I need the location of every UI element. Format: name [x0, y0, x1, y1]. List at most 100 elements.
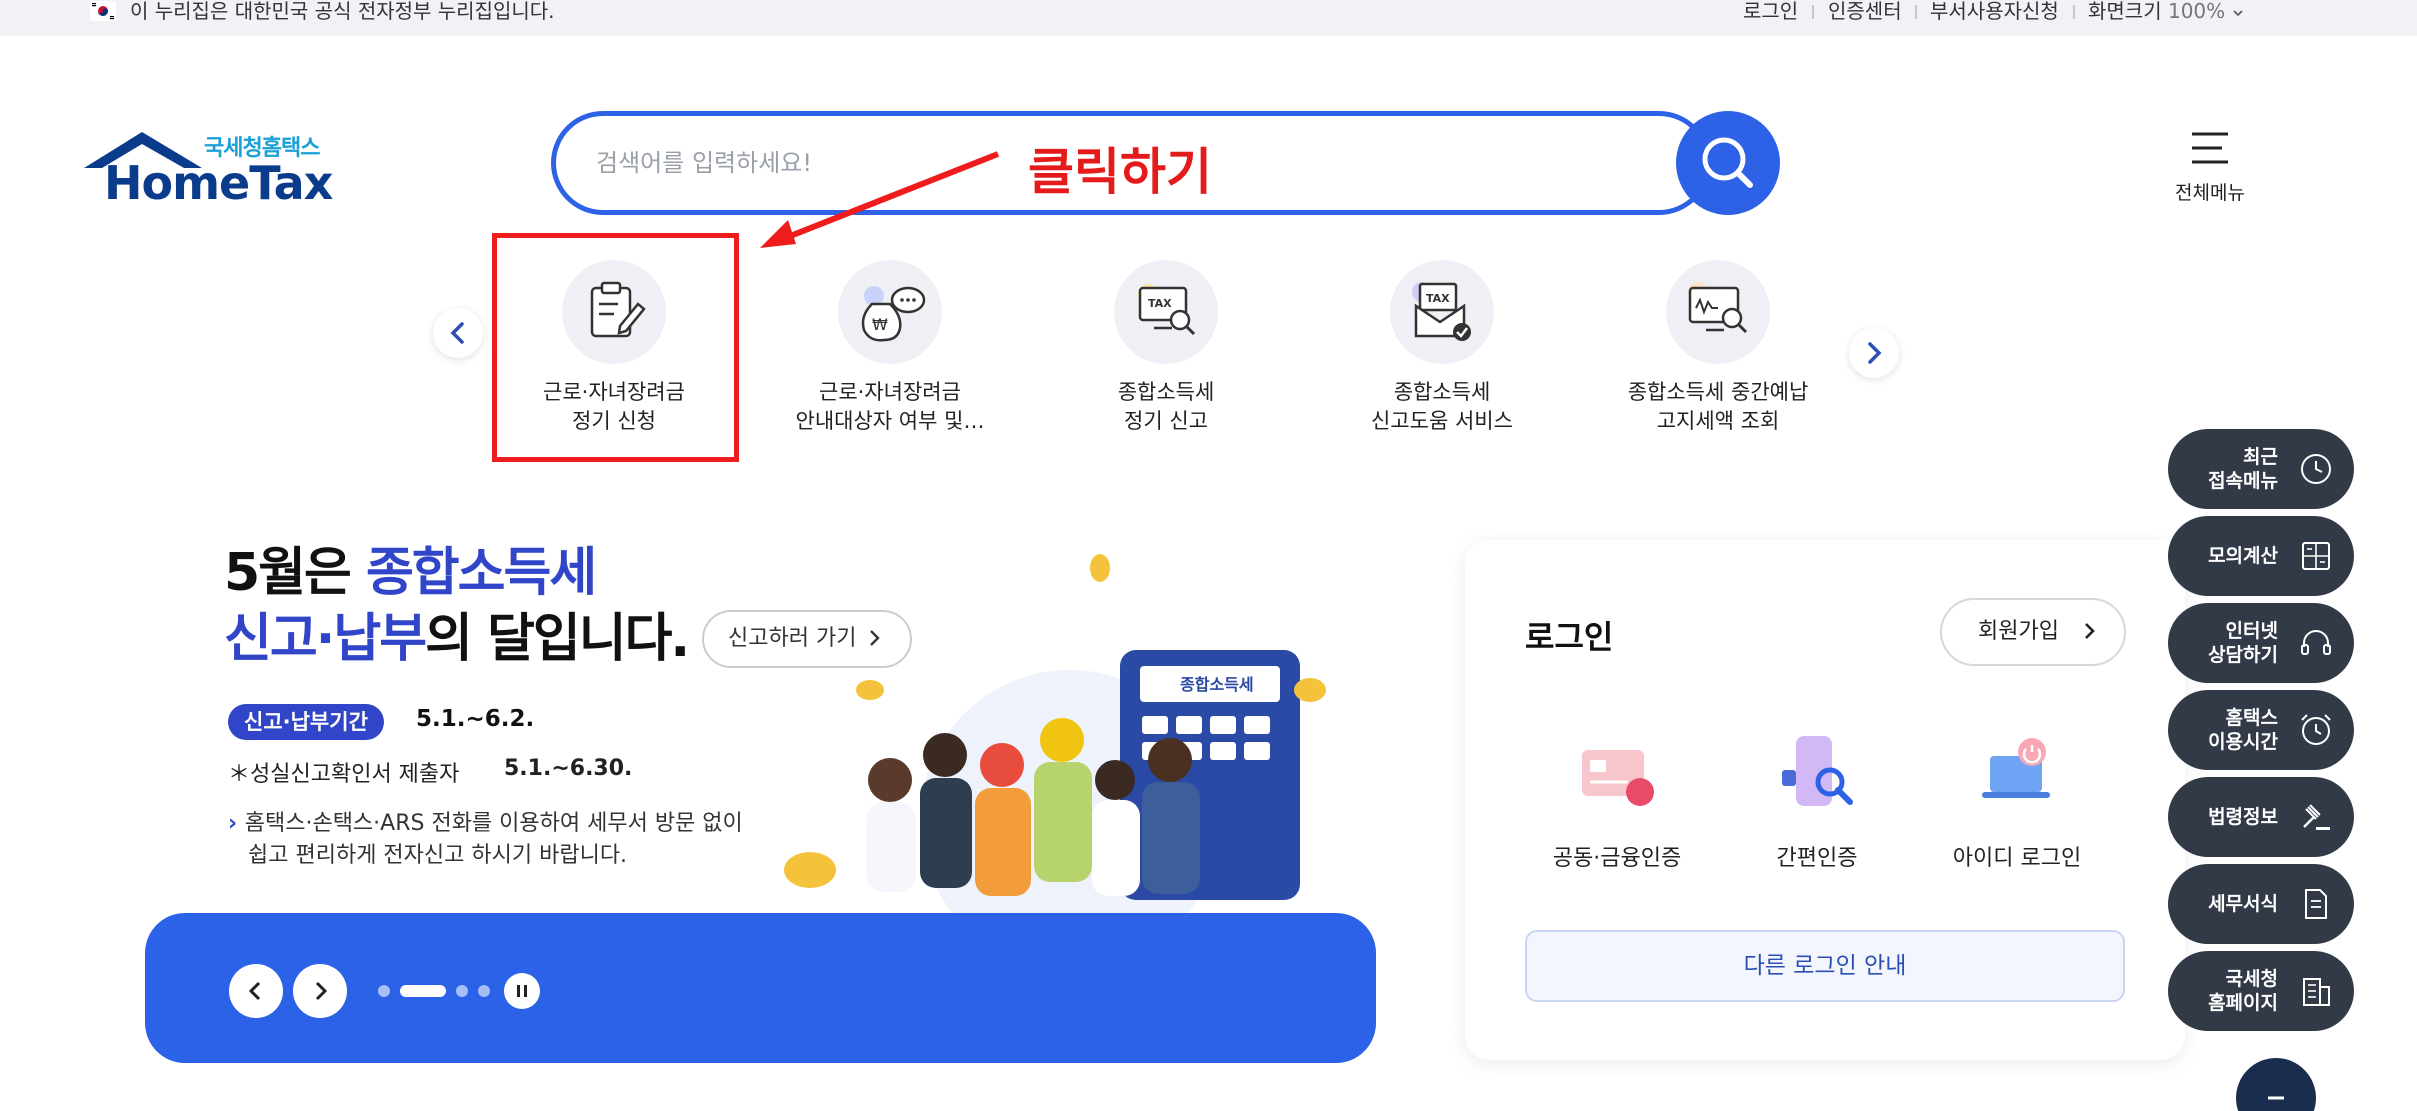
scroll-top-button[interactable] — [2236, 1058, 2316, 1111]
other-login-guide-button[interactable]: 다른 로그인 안내 — [1525, 930, 2125, 1002]
login-option-simple[interactable]: 간편인증 — [1717, 730, 1917, 880]
chevron-down-icon — [2232, 10, 2243, 17]
login-card: 로그인 회원가입 공동·금융인증 간편인증 아이디 로그인 다른 로그인 안내 — [1465, 540, 2185, 1060]
minus-icon — [2268, 1096, 2284, 1100]
join-button[interactable]: 회원가입 — [1940, 598, 2126, 666]
period-dates: 5.1.~6.2. — [416, 706, 535, 732]
quick-menu-label: 신고도움 서비스 — [1371, 409, 1513, 433]
side-menu-label: 법령정보 — [2208, 806, 2278, 828]
banner-desc-line: 홈택스·손택스·ARS 전화를 이용하여 세무서 방문 없이 — [244, 811, 743, 836]
alarm-clock-icon — [2301, 714, 2331, 745]
login-option-label: 아이디 로그인 — [1952, 846, 2082, 871]
banner-description: › 홈택스·손택스·ARS 전화를 이용하여 세무서 방문 없이 쉽고 편리하게… — [228, 808, 828, 872]
tax-envelope-check-icon: TAX — [1412, 282, 1471, 341]
calculator-label: 종합소득세 — [1180, 675, 1254, 694]
side-law-info-button[interactable]: 법령정보 — [2168, 777, 2354, 857]
calculator-icon — [2302, 542, 2330, 570]
hamburger-icon — [2192, 132, 2228, 164]
gov-banner: 이 누리집은 대한민국 공식 전자정부 누리집입니다. 로그인 인증센터 부서사… — [0, 0, 2417, 36]
pause-icon — [517, 985, 527, 997]
side-nts-homepage-button[interactable]: 국세청 홈페이지 — [2168, 951, 2354, 1031]
gov-notice: 이 누리집은 대한민국 공식 전자정부 누리집입니다. — [130, 0, 555, 23]
gavel-icon — [2303, 804, 2330, 830]
divider — [1812, 5, 1814, 19]
banner-page-dot[interactable] — [378, 985, 390, 997]
side-service-hours-button[interactable]: 홈택스 이용시간 — [2168, 690, 2354, 770]
banner-page-dot[interactable] — [478, 985, 490, 997]
side-recent-menu-button[interactable]: 최근 접속메뉴 — [2168, 429, 2354, 509]
search-button[interactable] — [1676, 111, 1780, 215]
login-option-label: 간편인증 — [1776, 846, 1858, 871]
quick-menu-prev-button[interactable] — [433, 308, 483, 358]
zoom-control[interactable]: 화면크기 100% — [2088, 0, 2244, 22]
money-bag-chat-icon: ₩ — [861, 286, 926, 342]
quick-menu-label: 종합소득세 — [1117, 380, 1215, 404]
quick-menu-label: 종합소득세 중간예납 — [1627, 380, 1809, 404]
zoom-label: 화면크기 — [2088, 0, 2162, 23]
login-option-id[interactable]: 아이디 로그인 — [1917, 730, 2117, 880]
monitor-won-search-icon — [1688, 282, 1748, 334]
quick-menu-label: 정기 신고 — [1124, 409, 1208, 433]
banner-note-label: ＊성실신고확인서 제출자 — [228, 762, 460, 787]
side-menu-label: 홈택스 — [2225, 707, 2278, 729]
side-internet-consult-button[interactable]: 인터넷 상담하기 — [2168, 603, 2354, 683]
quick-menu-next-button[interactable] — [1849, 328, 1899, 378]
building-icon — [2303, 978, 2330, 1006]
full-menu-label: 전체메뉴 — [2175, 182, 2245, 204]
side-menu-label: 홈페이지 — [2208, 992, 2278, 1014]
tax-monitor-search-icon: TAX — [1138, 284, 1196, 336]
login-option-certificate[interactable]: 공동·금융인증 — [1517, 730, 1717, 880]
side-mock-calc-button[interactable]: 모의계산 — [2168, 516, 2354, 596]
banner-title-line2-suffix: 의 달입니다. — [425, 609, 690, 669]
banner-page-dot-active[interactable] — [400, 985, 446, 997]
banner-next-button[interactable] — [293, 964, 347, 1018]
quick-menu-label: 종합소득세 — [1393, 380, 1491, 404]
quick-menu-item-interim-prepayment[interactable]: 종합소득세 중간예납 고지세액 조회 — [1603, 260, 1833, 440]
chevron-left-icon — [450, 322, 464, 344]
util-dept-user-link[interactable]: 부서사용자신청 — [1930, 0, 2059, 22]
clock-icon — [2301, 454, 2331, 484]
side-menu-label: 세무서식 — [2208, 893, 2278, 915]
annotation-highlight-box — [492, 233, 739, 462]
side-menu-label: 국세청 — [2225, 968, 2278, 990]
banner-pause-button[interactable] — [504, 973, 540, 1009]
quick-menu-item-income-tax-assist[interactable]: TAX 종합소득세 신고도움 서비스 — [1327, 260, 1557, 440]
chevron-right-icon — [315, 981, 328, 1001]
chevron-right-icon — [2085, 623, 2095, 639]
quick-menu-label: 근로·자녀장려금 — [819, 380, 961, 404]
banner-prev-button[interactable] — [229, 964, 283, 1018]
korea-flag-icon — [90, 1, 116, 21]
quick-menu-label: 고지세액 조회 — [1656, 409, 1780, 433]
chevron-right-icon — [1868, 342, 1882, 364]
banner-title-highlight: 종합소득세 — [365, 543, 597, 603]
period-badge: 신고·납부기간 — [228, 704, 384, 740]
full-menu-button[interactable]: 전체메뉴 — [2160, 126, 2260, 206]
side-menu-label: 최근 — [2243, 446, 2278, 468]
svg-text:₩: ₩ — [872, 315, 888, 334]
banner-title-prefix: 5월은 — [224, 543, 366, 603]
chevron-left-icon — [248, 981, 261, 1001]
banner-note-dates: 5.1.~6.30. — [504, 756, 633, 781]
banner-desc-line: 쉽고 편리하게 전자신고 하시기 바랍니다. — [248, 843, 628, 868]
side-menu-label: 상담하기 — [2208, 644, 2278, 666]
side-menu-label: 이용시간 — [2208, 731, 2278, 753]
annotation-arrow-icon — [760, 151, 1000, 248]
banner-title: 5월은 종합소득세 신고·납부의 달입니다. — [224, 540, 690, 672]
side-menu-label: 모의계산 — [2208, 545, 2278, 567]
zoom-value: 100% — [2167, 0, 2226, 23]
side-tax-forms-button[interactable]: 세무서식 — [2168, 864, 2354, 944]
banner-illustration: 종합소득세 — [784, 554, 1326, 960]
quick-menu-item-income-tax-filing[interactable]: TAX 종합소득세 정기 신고 — [1051, 260, 1281, 440]
svg-text:TAX: TAX — [1426, 292, 1450, 305]
annotation-label: 클릭하기 — [1028, 143, 1212, 201]
quick-menu-item-earned-income-credit-eligibility[interactable]: ₩ 근로·자녀장려금 안내대상자 여부 및… — [775, 260, 1005, 440]
side-menu-label: 인터넷 — [2225, 620, 2278, 642]
util-login-link[interactable]: 로그인 — [1743, 0, 1798, 22]
hometax-logo[interactable]: 국세청홈택스 HomeTax — [84, 124, 334, 210]
banner-page-dot[interactable] — [456, 985, 468, 997]
login-title: 로그인 — [1525, 618, 1614, 656]
util-cert-center-link[interactable]: 인증센터 — [1828, 0, 1902, 22]
phone-search-icon — [1782, 736, 1853, 806]
side-menu-label: 접속메뉴 — [2208, 470, 2278, 492]
certificate-card-icon — [1582, 750, 1654, 806]
